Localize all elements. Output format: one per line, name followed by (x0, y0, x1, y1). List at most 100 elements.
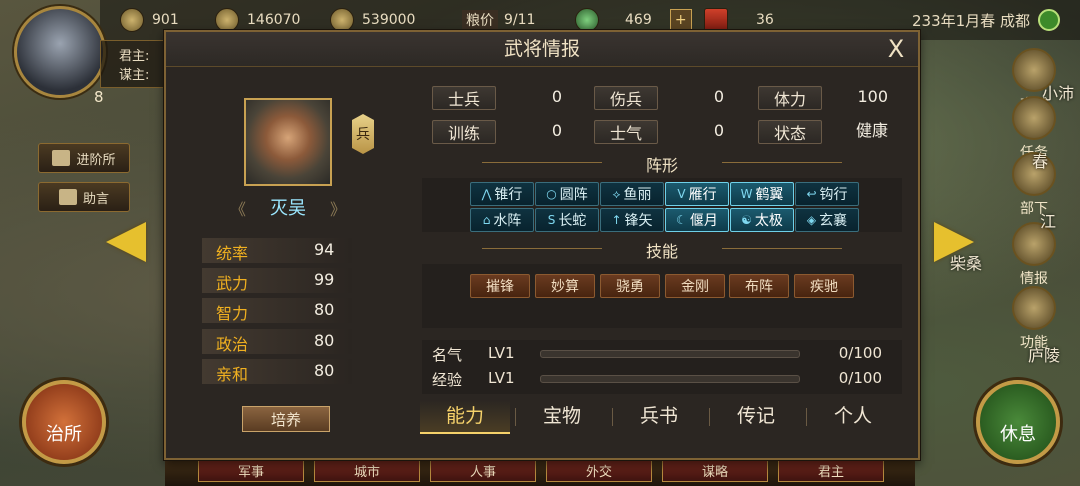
add-gems-icon[interactable]: + (669, 9, 692, 31)
prev-general-arrow-icon[interactable] (106, 222, 146, 262)
stat-value: 80 (314, 361, 335, 380)
status-value: 健康 (855, 121, 888, 140)
train-button[interactable]: 培养 (242, 406, 330, 432)
advice-button[interactable]: 助言 (38, 182, 130, 212)
stat-value: 80 (314, 300, 335, 319)
formation-icon: W (740, 187, 753, 201)
formation-12[interactable]: ◈ 玄襄 (795, 208, 859, 232)
formation-3[interactable]: ⟡ 鱼丽 (600, 182, 664, 206)
ruler-level: 8 (94, 88, 104, 106)
skill-item[interactable]: 疾驰 (794, 274, 854, 298)
food-resource: 901 (120, 8, 179, 32)
cmd-city[interactable]: 城市 (314, 458, 420, 482)
stat-label: 统率 (216, 244, 249, 263)
tab-military-book[interactable]: 兵书 (614, 400, 704, 432)
jinjie-button[interactable]: 进阶所 (38, 143, 130, 173)
cmd-personnel[interactable]: 人事 (430, 458, 536, 482)
grain-price-label: 粮价 (462, 10, 498, 30)
map-label-chun[interactable]: 春 (1032, 148, 1048, 172)
rest-label: 休息 (1000, 424, 1036, 445)
ruler-label: 君主: (119, 49, 150, 64)
formation-2[interactable]: ○ 圆阵 (535, 182, 599, 206)
fame-label: 名气 (432, 346, 463, 364)
rest-button[interactable]: 休息 (976, 380, 1060, 464)
formation-icon: ↑ (611, 213, 622, 227)
city-text: 成都 (999, 11, 1030, 30)
cmd-diplomacy[interactable]: 外交 (546, 458, 652, 482)
formation-label: 锋矢 (624, 213, 653, 229)
training-value: 0 (551, 121, 562, 140)
skill-item[interactable]: 摧锋 (470, 274, 530, 298)
map-label-jiang[interactable]: 江 (1040, 208, 1056, 232)
troops-value: 539000 (362, 12, 416, 28)
date-text: 233年1月春 (912, 11, 996, 30)
soldiers-value: 0 (551, 87, 562, 106)
formation-icon: ☾ (676, 213, 687, 227)
cmd-military[interactable]: 军事 (198, 458, 304, 482)
stat-value: 94 (314, 240, 335, 259)
gem-icon (575, 8, 599, 32)
tab-ability[interactable]: 能力 (420, 400, 510, 434)
formation-11[interactable]: ☯ 太极 (730, 208, 794, 232)
stat-row: 亲和 80 (202, 359, 352, 384)
formation-label: 长蛇 (558, 213, 587, 229)
next-general-arrow-icon[interactable] (934, 222, 974, 262)
formation-4[interactable]: V 雁行 (665, 182, 729, 206)
governance-label: 治所 (46, 424, 82, 445)
tab-personal[interactable]: 个人 (808, 400, 898, 432)
formation-7[interactable]: ⌂ 水阵 (470, 208, 534, 232)
skill-item[interactable]: 妙算 (535, 274, 595, 298)
gold-value: 146070 (247, 12, 301, 28)
skill-item[interactable]: 布阵 (729, 274, 789, 298)
formation-icon: ○ (546, 187, 557, 201)
wounded-value: 0 (713, 87, 724, 106)
formation-icon: ☯ (741, 213, 752, 227)
formation-icon: ⌂ (482, 213, 491, 227)
unit-type-badge: 兵 (352, 114, 374, 154)
skill-item[interactable]: 金刚 (665, 274, 725, 298)
food-value: 901 (152, 12, 179, 28)
formation-6[interactable]: ↩ 钩行 (795, 182, 859, 206)
ruler-avatar[interactable] (14, 6, 106, 98)
tab-divider (806, 408, 807, 426)
formation-1[interactable]: ⋀ 锥行 (470, 182, 534, 206)
food-icon (120, 8, 144, 32)
formation-label: 太极 (754, 213, 783, 229)
date-display: 233年1月春 成都 (912, 9, 1060, 31)
formation-label: 鱼丽 (623, 187, 652, 203)
tab-biography[interactable]: 传记 (711, 400, 801, 432)
building-icon (52, 150, 71, 166)
troops-resource: 539000 (330, 8, 416, 32)
book-icon (58, 189, 77, 205)
formation-5[interactable]: W 鹤翼 (730, 182, 794, 206)
grain-price[interactable]: 粮价 9/11 (462, 9, 535, 31)
stat-value: 80 (314, 331, 335, 350)
dialog-title: 武将情报 (503, 38, 580, 60)
formation-8[interactable]: S 长蛇 (535, 208, 599, 232)
stat-row: 智力 80 (202, 298, 352, 323)
menu-intel-label: 情报 (1020, 271, 1048, 287)
close-icon[interactable]: X (882, 35, 910, 63)
location-icon[interactable] (1037, 9, 1060, 31)
divider (722, 248, 842, 249)
formation-icon: V (677, 187, 686, 201)
governance-button[interactable]: 治所 (22, 380, 106, 464)
tab-treasure[interactable]: 宝物 (517, 400, 607, 432)
skill-item[interactable]: 骁勇 (600, 274, 660, 298)
ruler-panel: 君主: 谋主: (100, 40, 170, 88)
gear-icon (1012, 286, 1056, 330)
exp-label: 经验 (432, 371, 463, 389)
gems-resource: 469 + (575, 8, 692, 32)
formation-icon: ⟡ (612, 186, 621, 201)
stat-label: 武力 (216, 274, 249, 293)
token-icon (704, 8, 728, 32)
map-label-xiaopei[interactable]: 小沛 (1042, 80, 1074, 104)
fame-level: LV1 (488, 344, 515, 362)
formation-label: 水阵 (493, 213, 522, 229)
map-label-luling[interactable]: 庐陵 (1028, 342, 1060, 366)
cmd-strategy[interactable]: 谋略 (662, 458, 768, 482)
troops-icon (330, 8, 354, 32)
formation-10[interactable]: ☾ 偃月 (665, 208, 729, 232)
cmd-ruler[interactable]: 君主 (778, 458, 884, 482)
formation-9[interactable]: ↑ 锋矢 (600, 208, 664, 232)
